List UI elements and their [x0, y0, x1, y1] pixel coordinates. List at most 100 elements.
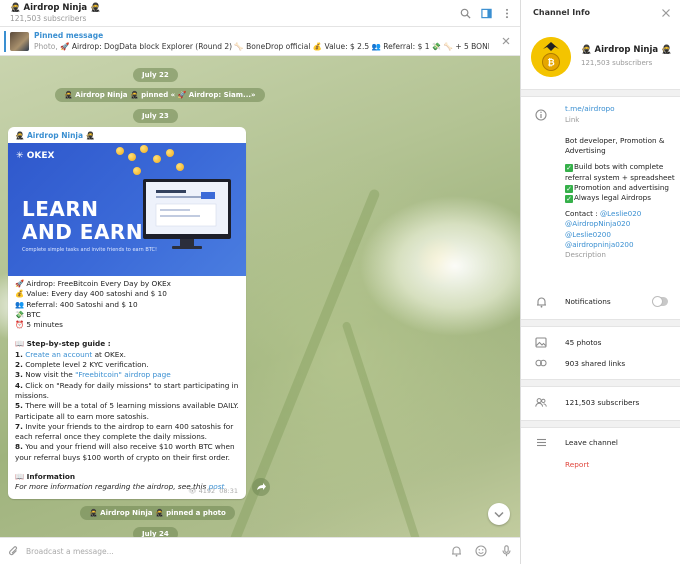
guide-title: 📖 Step-by-step guide :: [15, 339, 111, 349]
airdrop-page-link[interactable]: "Freebitcoin" airdrop page: [75, 370, 171, 379]
coin-icon: [133, 167, 141, 175]
svg-text:₿: ₿: [547, 58, 554, 69]
ninja-icon: 🥷: [89, 509, 101, 517]
contact-line: Contact : @Leslie020: [565, 209, 677, 219]
pinned-title: Pinned message: [34, 31, 104, 40]
ninja-icon: 🥷: [83, 131, 95, 140]
photo-icon: [535, 336, 547, 348]
chat-title[interactable]: 🥷 Airdrop Ninja 🥷: [10, 3, 101, 13]
okex-logo-mark: ✳: [16, 151, 27, 161]
date-separator: July 22: [133, 68, 178, 82]
microphone-icon[interactable]: [499, 544, 513, 558]
contact-link[interactable]: @airdropninja0200: [565, 240, 677, 250]
post-text: 🚀 Airdrop: FreeBitcoin Every Day by OKEx…: [15, 279, 243, 493]
step-text: You and your friend will also receive $1…: [15, 442, 235, 462]
coin-icon: [128, 153, 136, 161]
post-photo[interactable]: ✳ OKEX LEARN AND EARN Complete simple ta…: [8, 143, 246, 276]
channel-avatar[interactable]: ₿: [531, 37, 571, 77]
post-line-time: ⏰ 5 minutes: [15, 320, 63, 330]
channel-info-panel: Channel Info ₿ 🥷 Airdrop Ninja 🥷 121,503…: [520, 0, 680, 564]
pinned-preview-label: Photo,: [34, 42, 58, 51]
monitor-screen: [146, 182, 228, 234]
step-number: 1.: [15, 349, 23, 359]
views-icon: 👁: [188, 487, 199, 495]
pinned-thumbnail: [10, 32, 29, 51]
guide-step-3: 3. Now visit the "Freebitcoin" airdrop p…: [15, 370, 243, 380]
emoji-icon[interactable]: [474, 544, 488, 558]
channel-link[interactable]: t.me/airdropo: [565, 104, 677, 114]
guide-step-7: 7. Invite your friends to the airdrop to…: [15, 422, 243, 443]
bullet-text: Build bots with complete referral system…: [565, 162, 675, 182]
chevron-down-icon: [494, 511, 504, 518]
share-button[interactable]: [252, 478, 270, 496]
guide-step-2: 2. Complete level 2 KYC verification.: [15, 360, 243, 370]
pinned-preview: Photo, 🚀 Airdrop: DogData block Explorer…: [34, 42, 489, 51]
description-bullet: ✓ Always legal Airdrops: [565, 193, 677, 204]
bell-icon[interactable]: [449, 544, 463, 558]
section-divider: [521, 319, 680, 327]
pinned-preview-text: 🚀 Airdrop: DogData block Explorer (Round…: [60, 42, 489, 51]
subscribers-count[interactable]: 121,503 subscribers: [565, 398, 677, 408]
description-bullet: ✓ Promotion and advertising: [565, 183, 677, 193]
notifications-toggle[interactable]: [652, 296, 668, 307]
report-button[interactable]: Report: [565, 460, 589, 469]
service-message-photo-pin[interactable]: 🥷 Airdrop Ninja 🥷 pinned a photo: [80, 506, 235, 520]
leave-channel-button[interactable]: Leave channel: [565, 438, 677, 448]
step-number: 4.: [15, 380, 23, 390]
bullet-text: Promotion and advertising: [574, 182, 669, 192]
guide-step-1: 1. Create an account at OKEx.: [15, 350, 243, 360]
coin-icon: [116, 147, 124, 155]
post-author[interactable]: 🥷 Airdrop Ninja 🥷: [15, 131, 95, 140]
close-icon[interactable]: [500, 35, 512, 47]
shared-links-count[interactable]: 903 shared links: [565, 359, 677, 369]
coin-icon: [140, 145, 148, 153]
date-separator: July 23: [133, 109, 178, 123]
contact-link[interactable]: @Leslie0200: [565, 230, 677, 240]
post-line-coin: 💸 BTC: [15, 309, 41, 319]
info-circle-icon: [535, 109, 547, 121]
contact-link[interactable]: @Leslie020: [600, 209, 641, 218]
search-icon[interactable]: [458, 6, 472, 20]
pinned-message-bar[interactable]: Pinned message Photo, 🚀 Airdrop: DogData…: [0, 27, 520, 56]
chat-panel: 🥷 Airdrop Ninja 🥷 121,503 subscribers Pi…: [0, 0, 520, 564]
step-number: 8.: [15, 442, 23, 452]
bullet-text: Always legal Airdrops: [574, 193, 651, 203]
sidebar-toggle-icon[interactable]: [479, 6, 493, 20]
ninja-icon: 🥷: [658, 45, 672, 55]
more-vertical-icon[interactable]: [500, 6, 514, 20]
guide-step-5: 5. There will be a total of 5 learning m…: [15, 401, 243, 422]
channel-name: 🥷 Airdrop Ninja 🥷: [581, 45, 672, 55]
promo-headline-line2: AND EARN: [22, 220, 144, 244]
service-message-pin[interactable]: 🥷 Airdrop Ninja 🥷 pinned « 🚀 Airdrop: Si…: [55, 88, 265, 102]
description-bullet: ✓ Build bots with complete referral syste…: [565, 162, 677, 182]
coin-icon: [176, 163, 184, 171]
post-line-referral: 👥 Referral: 400 Satoshi and $ 10: [15, 299, 138, 309]
step-text: There will be a total of 5 learning miss…: [15, 401, 239, 421]
step-number: 3.: [15, 370, 23, 380]
scroll-to-bottom-button[interactable]: [488, 503, 510, 525]
post-line-value: 💰 Value: Every day 400 satoshi and $ 10: [15, 289, 167, 299]
create-account-link[interactable]: Create an account: [25, 350, 92, 359]
description-label: Description: [565, 250, 606, 260]
message-input[interactable]: [26, 544, 426, 558]
post-author-name: Airdrop Ninja: [26, 131, 84, 140]
channel-name-text: Airdrop Ninja: [594, 45, 659, 55]
step-number: 5.: [15, 401, 23, 411]
photos-count[interactable]: 45 photos: [565, 338, 677, 348]
channel-link-label: Link: [565, 116, 580, 124]
check-icon: ✓: [565, 184, 573, 193]
close-icon[interactable]: [660, 7, 672, 19]
channel-post[interactable]: 🥷 Airdrop Ninja 🥷 ✳ OKEX LEARN AND EARN …: [8, 127, 246, 499]
ninja-icon: 🥷: [581, 45, 595, 55]
section-divider: [521, 420, 680, 428]
guide-step-8: 8. You and your friend will also receive…: [15, 442, 243, 463]
view-count: 4192: [198, 487, 216, 495]
ninja-icon: 🥷: [64, 91, 76, 99]
channel-description: Bot developer, Promotion & Advertising ✓…: [565, 136, 677, 260]
monitor-base: [172, 246, 202, 249]
post-meta: 👁 4192 08:31: [188, 487, 238, 495]
monitor-illustration: [143, 179, 231, 239]
check-icon: ✓: [565, 195, 573, 204]
attach-icon[interactable]: [6, 544, 20, 558]
contact-link[interactable]: @AirdropNinja020: [565, 219, 677, 229]
